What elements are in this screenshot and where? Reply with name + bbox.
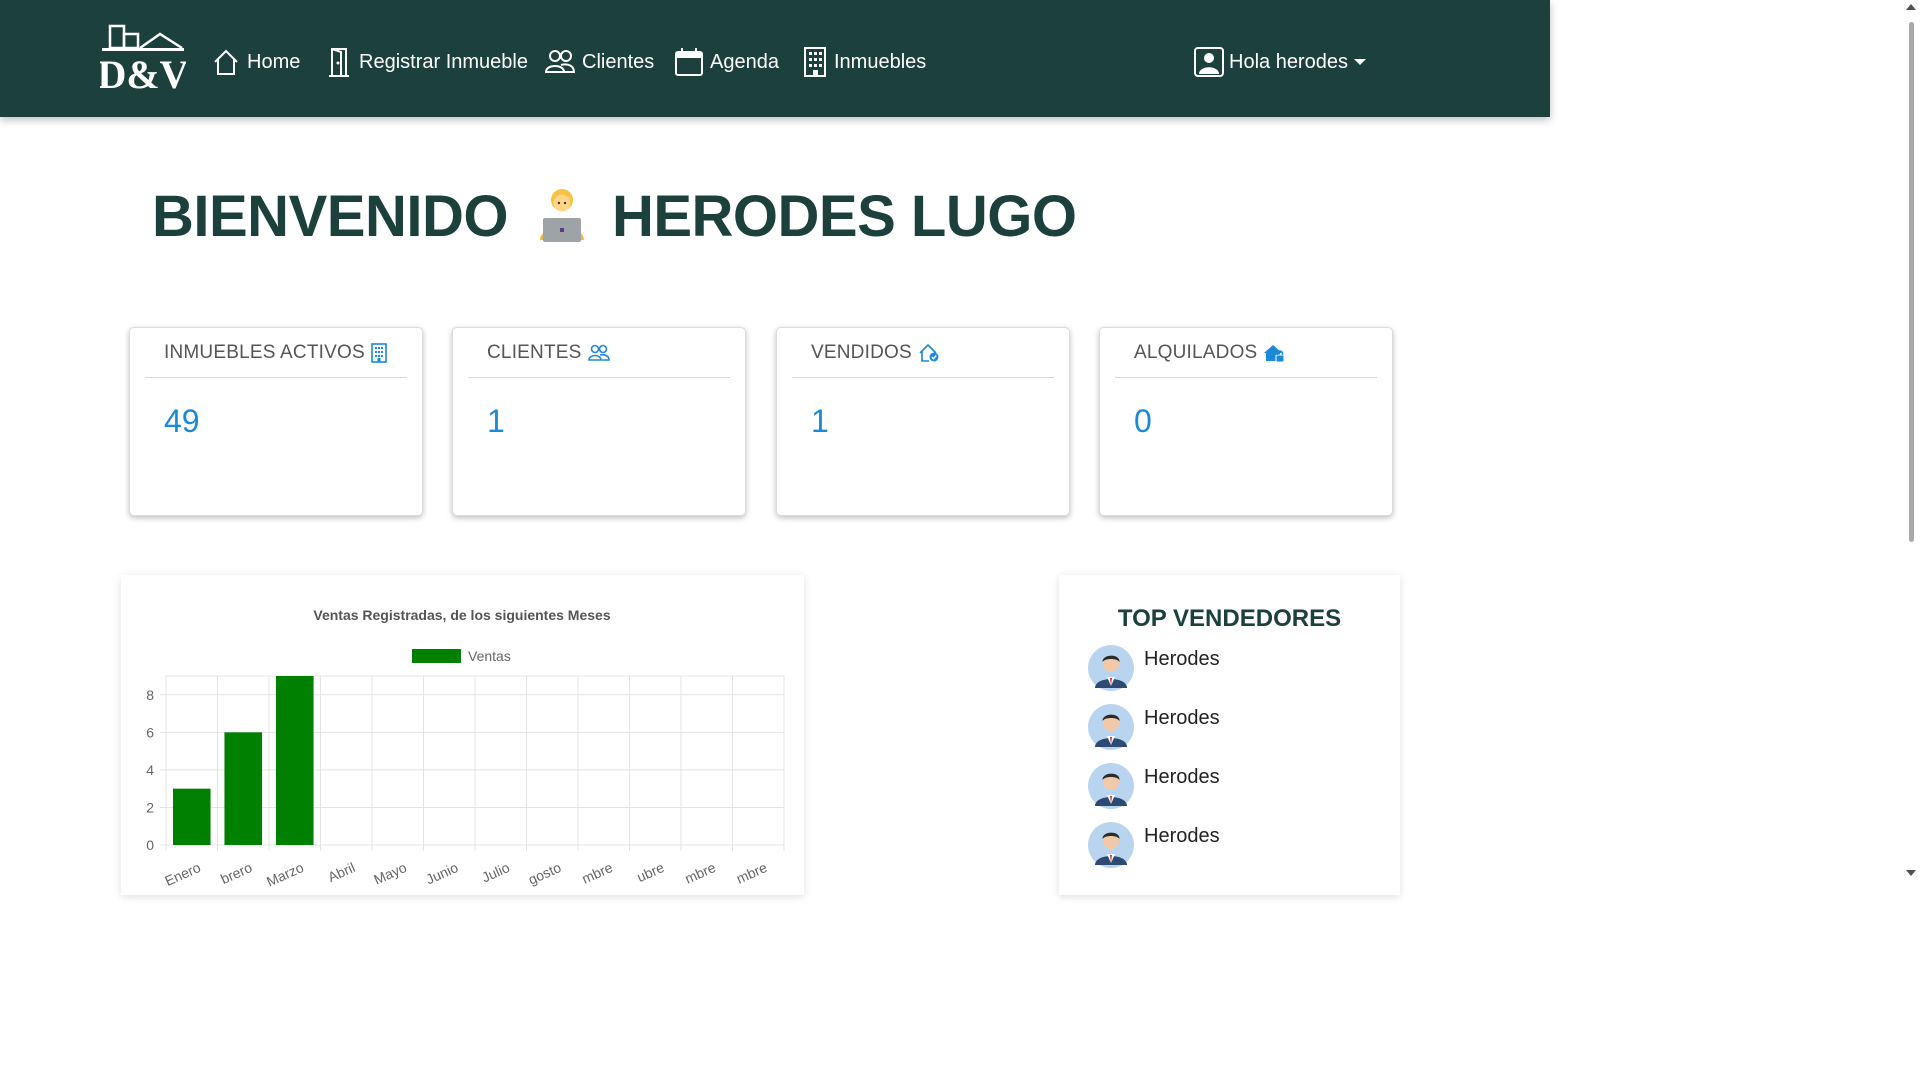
nav-inmuebles-label: Inmuebles: [834, 50, 927, 73]
house-icon: [214, 49, 238, 75]
user-dropdown[interactable]: Hola herodes: [1194, 40, 1366, 84]
house-lock-icon: [1264, 345, 1285, 363]
top-seller-item: Herodes: [1087, 703, 1367, 751]
x-tick-label: gosto: [526, 859, 564, 888]
people-icon: [544, 50, 576, 73]
divider: [1115, 377, 1377, 378]
top-seller-name: Herodes: [1144, 825, 1220, 847]
nav-registrar-inmueble[interactable]: Registrar Inmueble: [325, 40, 528, 84]
x-tick-label: brero: [218, 859, 255, 887]
top-seller-item: Herodes: [1087, 762, 1367, 810]
top-seller-item: Herodes: [1087, 644, 1367, 692]
x-tick-label: Enero: [162, 859, 203, 889]
nav-agenda[interactable]: Agenda: [674, 40, 779, 84]
x-tick-label: Mayo: [371, 859, 409, 888]
divider: [792, 377, 1054, 378]
sales-chart: Ventas Registradas, de los siguientes Me…: [146, 607, 785, 890]
x-tick-label: mbre: [682, 859, 718, 887]
y-tick-label: 8: [146, 687, 154, 703]
legend-swatch[interactable]: [412, 649, 461, 663]
avatar: [1088, 704, 1134, 750]
people-icon: [587, 344, 610, 361]
card-title: INMUEBLES ACTIVOS: [164, 342, 365, 363]
x-tick-label: mbre: [734, 859, 770, 887]
building-icon: [804, 47, 826, 77]
nav-registrar-label: Registrar Inmueble: [359, 50, 528, 73]
technologist-emoji: [539, 189, 584, 242]
nav-clientes-label: Clientes: [582, 50, 655, 73]
chevron-down-icon: [1353, 59, 1366, 65]
top-seller-name: Herodes: [1144, 648, 1220, 670]
y-tick-label: 0: [146, 837, 154, 853]
scroll-thumb[interactable]: [1909, 22, 1914, 542]
avatar: [1088, 645, 1134, 691]
card-value: 49: [164, 403, 200, 439]
scroll-down-icon[interactable]: [1906, 870, 1916, 876]
x-tick-label: Julio: [479, 859, 512, 885]
door-icon: [329, 48, 349, 77]
user-greeting: Hola herodes: [1229, 50, 1348, 73]
nav-inmuebles[interactable]: Inmuebles: [802, 40, 926, 84]
card-title: CLIENTES: [487, 342, 582, 363]
person-square-icon: [1194, 47, 1224, 77]
welcome-right: HERODES LUGO: [611, 183, 1077, 249]
card-inmuebles-activos: INMUEBLES ACTIVOS 49: [129, 327, 423, 516]
card-title: ALQUILADOS: [1134, 342, 1258, 363]
sales-chart-panel: Ventas Registradas, de los siguientes Me…: [121, 575, 804, 895]
x-tick-label: ubre: [634, 859, 666, 885]
x-tick-label: Junio: [423, 859, 460, 887]
y-tick-label: 6: [146, 724, 154, 740]
avatar: [1088, 822, 1134, 868]
x-tick-label: Abril: [325, 859, 357, 885]
divider: [468, 377, 730, 378]
card-vendidos: VENDIDOS 1: [776, 327, 1070, 516]
chart-title: Ventas Registradas, de los siguientes Me…: [313, 607, 610, 623]
building-icon: [371, 343, 387, 363]
bar-febrero[interactable]: [224, 732, 263, 845]
y-tick-label: 4: [146, 762, 154, 778]
nav-agenda-label: Agenda: [710, 50, 779, 73]
y-tick-label: 2: [146, 799, 154, 815]
avatar: [1088, 763, 1134, 809]
scroll-up-icon[interactable]: [1906, 4, 1916, 10]
bar-enero[interactable]: [172, 788, 211, 845]
card-clientes: CLIENTES 1: [452, 327, 746, 516]
calendar-icon: [675, 48, 703, 76]
top-seller-name: Herodes: [1144, 766, 1220, 788]
card-title: VENDIDOS: [811, 342, 912, 363]
top-seller-item: Herodes: [1087, 821, 1367, 869]
house-check-icon: [919, 343, 939, 362]
divider: [145, 377, 407, 378]
navbar: D&V Home Registrar Inmueble Clientes Age…: [0, 0, 1550, 117]
nav-clientes[interactable]: Clientes: [544, 40, 654, 84]
nav-home-label: Home: [247, 50, 301, 73]
x-tick-label: mbre: [579, 859, 615, 887]
top-sellers-title: TOP VENDEDORES: [1117, 605, 1342, 632]
welcome-left: BIENVENIDO: [152, 183, 508, 249]
top-seller-name: Herodes: [1144, 707, 1220, 729]
x-tick-label: Marzo: [264, 859, 306, 890]
card-value: 0: [1134, 403, 1152, 439]
nav-home[interactable]: Home: [211, 40, 300, 84]
card-value: 1: [811, 403, 829, 439]
card-value: 1: [487, 403, 505, 439]
welcome-heading: BIENVENIDO HERODES LUGO: [152, 178, 1077, 254]
legend-label: Ventas: [468, 648, 511, 664]
bar-marzo[interactable]: [275, 676, 314, 845]
scrollbar[interactable]: [1902, 0, 1920, 882]
logo[interactable]: D&V: [100, 22, 186, 92]
card-alquilados: ALQUILADOS 0: [1099, 327, 1393, 516]
logo-text: D&V: [100, 52, 186, 92]
top-sellers-panel: TOP VENDEDORES Herodes Herodes Herodes Hero…: [1059, 575, 1400, 895]
